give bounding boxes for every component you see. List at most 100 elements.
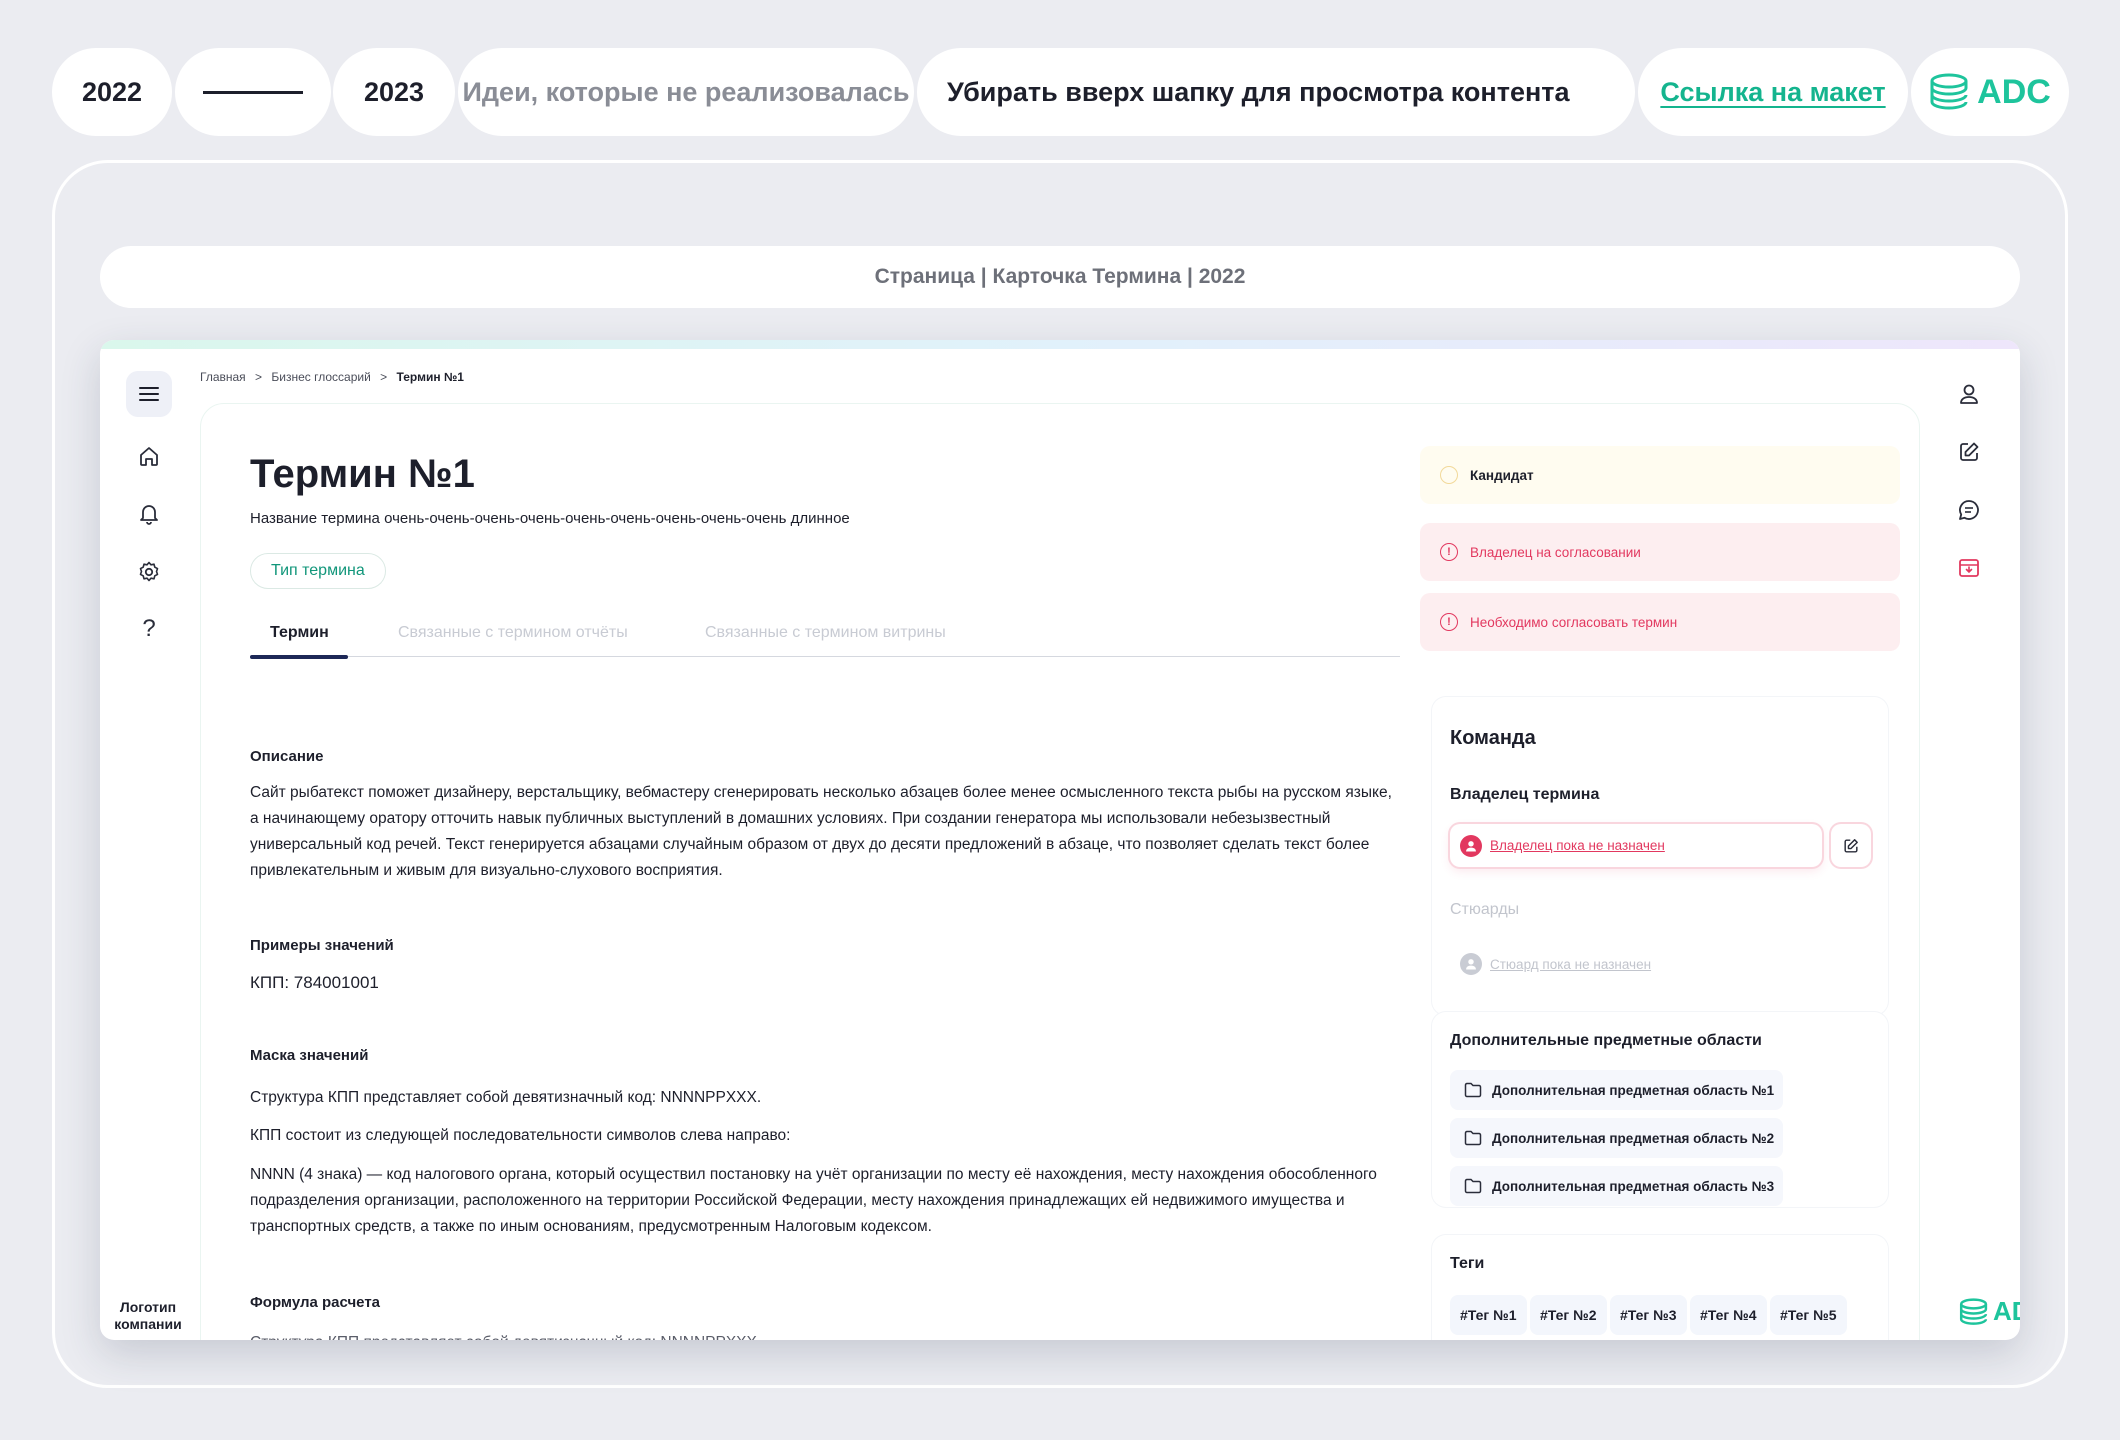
coin-stack-icon bbox=[1930, 73, 1968, 110]
coin-stack-icon bbox=[1959, 1297, 1988, 1325]
examples-heading: Примеры значений bbox=[250, 937, 394, 954]
home-icon bbox=[140, 447, 158, 466]
clock-icon bbox=[1440, 466, 1458, 484]
term-title: Термин №1 bbox=[250, 452, 475, 496]
examples-text: КПП: 784001001 bbox=[250, 973, 379, 992]
steward-field[interactable]: Стюард пока не назначен bbox=[1460, 953, 1651, 975]
help-icon: ? bbox=[142, 615, 156, 642]
left-sidebar: ? Логотип компании bbox=[100, 349, 200, 1340]
mask-line-3: NNNN (4 знака) — код налогового органа, … bbox=[250, 1166, 1377, 1235]
alert-icon: ! bbox=[1440, 613, 1458, 631]
profile-button[interactable] bbox=[1947, 372, 1991, 416]
area-item-label: Дополнительная предметная область №3 bbox=[1492, 1178, 1775, 1194]
tag-chip[interactable]: #Тег №4 bbox=[1690, 1295, 1767, 1335]
folder-icon bbox=[1464, 1178, 1482, 1194]
user-icon bbox=[1466, 959, 1476, 970]
mask-line-1: Структура КПП представляет собой девятиз… bbox=[250, 1089, 762, 1106]
alert-icon: ! bbox=[1440, 543, 1458, 561]
area-item-2[interactable]: Дополнительная предметная область №2 bbox=[1450, 1118, 1783, 1158]
tab-bar: Термин Связанные с термином отчёты Связа… bbox=[250, 624, 1400, 659]
inbox-icon bbox=[1959, 559, 1979, 577]
ad-logo: AD bbox=[1959, 1296, 2020, 1327]
edit-button[interactable] bbox=[1947, 430, 1991, 474]
bell-icon bbox=[140, 505, 158, 525]
tag-chip[interactable]: #Тег №1 bbox=[1450, 1295, 1527, 1335]
avatar bbox=[1460, 834, 1482, 857]
status-owner-approval: ! Владелец на согласовании bbox=[1420, 523, 1900, 581]
status-owner-approval-label: Владелец на согласовании bbox=[1470, 544, 1641, 560]
settings-button[interactable] bbox=[126, 549, 172, 595]
home-button[interactable] bbox=[126, 433, 172, 479]
edit-icon bbox=[1844, 838, 1858, 853]
gradient-bar bbox=[100, 340, 2020, 349]
tags-heading: Теги bbox=[1450, 1255, 1485, 1272]
steward-value: Стюард пока не назначен bbox=[1490, 956, 1652, 972]
timeline-dash bbox=[175, 48, 331, 136]
tag-chip[interactable]: #Тег №2 bbox=[1530, 1295, 1607, 1335]
idea-pill: Убирать вверх шапку для просмотра контен… bbox=[917, 48, 1635, 136]
area-item-label: Дополнительная предметная область №2 bbox=[1492, 1130, 1775, 1146]
formula-text: Структура КПП представляет собой девятиз… bbox=[250, 1330, 1400, 1340]
stewards-label: Стюарды bbox=[1450, 901, 1520, 918]
areas-heading: Дополнительные предметные области bbox=[1450, 1032, 1762, 1049]
status-candidate-label: Кандидат bbox=[1470, 467, 1534, 483]
area-item-3[interactable]: Дополнительная предметная область №3 bbox=[1450, 1166, 1783, 1206]
edit-icon bbox=[1960, 442, 1979, 461]
breadcrumb-sep: > bbox=[255, 370, 263, 384]
ad-wordmark: AD bbox=[1993, 1296, 2020, 1326]
folder-icon bbox=[1464, 1082, 1482, 1098]
mask-line-2: КПП состоит из следующей последовательно… bbox=[250, 1127, 791, 1144]
brand-pill: ADC bbox=[1911, 48, 2069, 136]
inbox-button[interactable] bbox=[1947, 546, 1991, 590]
right-sidebar: AD bbox=[1920, 349, 2020, 1340]
description-text: Сайт рыбатекст поможет дизайнеру, верста… bbox=[250, 784, 1392, 879]
term-type-button[interactable]: Тип термина bbox=[250, 553, 386, 589]
breadcrumb-current: Термин №1 bbox=[396, 370, 464, 384]
team-heading: Команда bbox=[1450, 727, 1536, 749]
mask-heading: Маска значений bbox=[250, 1047, 369, 1064]
menu-button[interactable] bbox=[126, 371, 172, 417]
owner-label: Владелец термина bbox=[1450, 786, 1600, 803]
company-logo: Логотип компании bbox=[114, 1299, 182, 1332]
breadcrumb-sep: > bbox=[380, 370, 388, 384]
edit-owner-button[interactable] bbox=[1831, 824, 1871, 867]
tab-related-reports[interactable]: Связанные с термином отчёты bbox=[398, 624, 628, 642]
owner-field[interactable]: Владелец пока не назначен bbox=[1450, 824, 1822, 867]
tag-chip[interactable]: #Тег №3 bbox=[1610, 1295, 1687, 1335]
area-item-1[interactable]: Дополнительная предметная область №1 bbox=[1450, 1070, 1783, 1110]
tab-term[interactable]: Термин bbox=[270, 624, 329, 642]
adc-logo: ADC bbox=[1929, 72, 2051, 112]
status-candidate: Кандидат bbox=[1420, 446, 1900, 504]
gear-icon bbox=[139, 561, 159, 582]
year-end-pill: 2023 bbox=[333, 48, 455, 136]
menu-icon bbox=[139, 387, 159, 401]
mockup-link[interactable]: Ссылка на макет bbox=[1638, 48, 1908, 136]
dash-line bbox=[203, 90, 303, 94]
chat-icon bbox=[1959, 500, 1979, 520]
tab-related-showcases[interactable]: Связанные с термином витрины bbox=[705, 624, 946, 642]
avatar bbox=[1460, 953, 1482, 975]
section-pill: Идеи, которые не реализовалась bbox=[458, 48, 914, 136]
description-heading: Описание bbox=[250, 748, 324, 765]
notifications-button[interactable] bbox=[126, 491, 172, 537]
year-start-pill: 2022 bbox=[52, 48, 172, 136]
user-icon bbox=[1466, 840, 1476, 851]
user-icon bbox=[1960, 384, 1978, 404]
term-subtitle: Название термина очень-очень-очень-очень… bbox=[250, 510, 850, 527]
tag-chip[interactable]: #Тег №5 bbox=[1770, 1295, 1847, 1335]
breadcrumb: Главная > Бизнес глоссарий > Термин №1 bbox=[200, 370, 464, 384]
breadcrumb-home[interactable]: Главная bbox=[200, 370, 246, 384]
owner-value: Владелец пока не назначен bbox=[1490, 838, 1665, 853]
status-need-approval-label: Необходимо согласовать термин bbox=[1470, 614, 1678, 630]
adc-wordmark: ADC bbox=[1977, 72, 2051, 111]
breadcrumb-glossary[interactable]: Бизнес глоссарий bbox=[271, 370, 370, 384]
folder-icon bbox=[1464, 1130, 1482, 1146]
app-screen: ? Логотип компании AD Главная > Бизнес г… bbox=[100, 340, 2020, 1340]
status-need-approval: ! Необходимо согласовать термин bbox=[1420, 593, 1900, 651]
active-tab-indicator bbox=[250, 655, 348, 659]
formula-heading: Формула расчета bbox=[250, 1294, 381, 1311]
comments-button[interactable] bbox=[1947, 488, 1991, 532]
area-item-label: Дополнительная предметная область №1 bbox=[1492, 1082, 1775, 1098]
help-button[interactable]: ? bbox=[126, 606, 172, 652]
page-title: Страница | Карточка Термина | 2022 bbox=[100, 246, 2020, 308]
